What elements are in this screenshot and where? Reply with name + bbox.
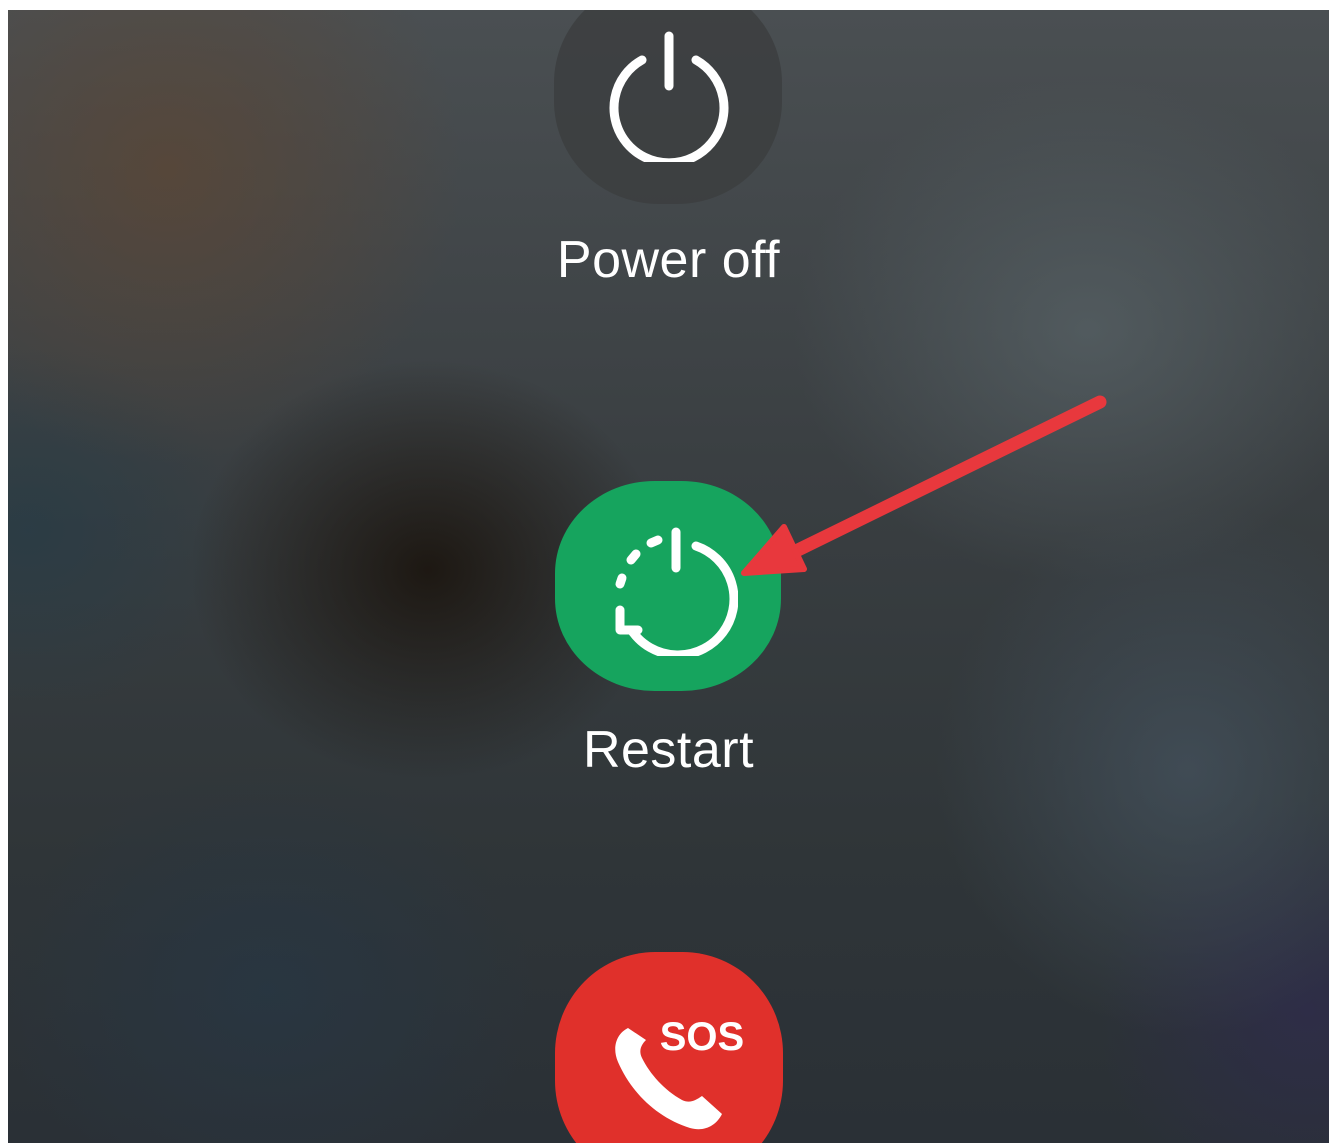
power-menu-screen: Power off Restart SOS [8,10,1329,1143]
phone-sos-icon: SOS [615,1015,744,1130]
sos-badge: SOS [660,1015,744,1059]
restart-icon [615,527,738,656]
restart-label: Restart [582,721,755,779]
power-icon [609,31,729,162]
power-off-label: Power off [556,231,781,289]
